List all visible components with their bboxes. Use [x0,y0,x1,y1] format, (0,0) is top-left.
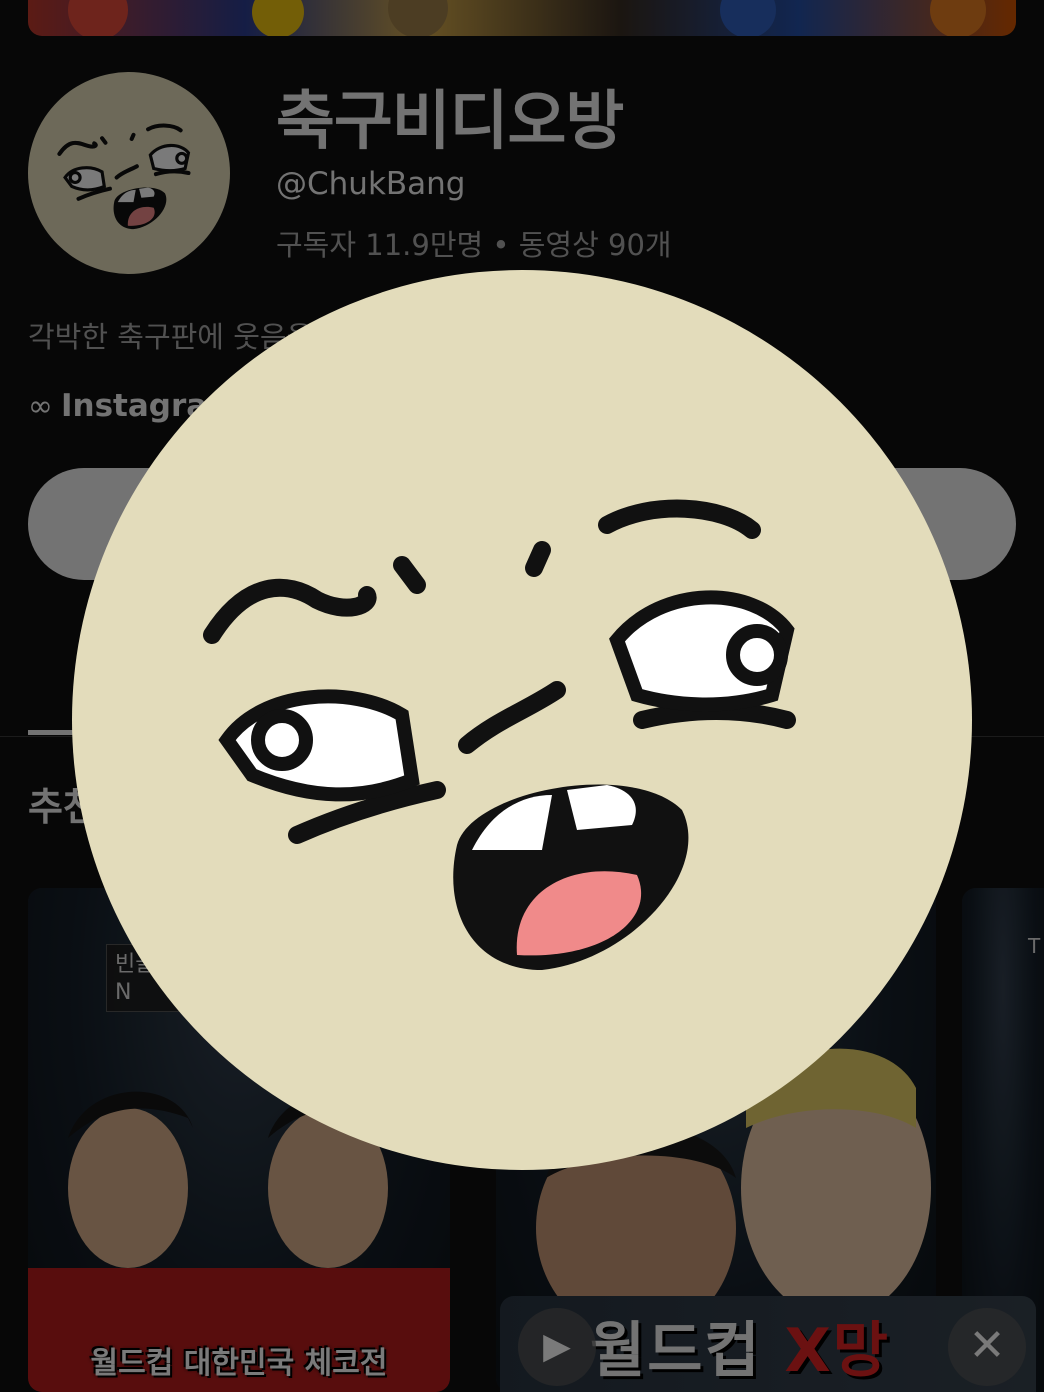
enlarged-channel-avatar [72,270,972,1170]
channel-name: 축구비디오방 [276,85,624,159]
mini-player[interactable]: 월드컵 X망 ▶ ✕ [500,1296,1036,1392]
channel-banner [28,0,1016,36]
play-icon[interactable]: ▶ [518,1308,596,1386]
video-overlay-label: T [1028,934,1041,958]
close-icon[interactable]: ✕ [948,1308,1026,1386]
channel-avatar[interactable] [28,72,230,274]
mini-player-title: 월드컵 X망 [590,1316,890,1386]
link-icon: ∞ [28,388,53,424]
channel-stats: 구독자 11.9만명 • 동영상 90개 [276,228,672,262]
channel-handle: @ChukBang [276,166,466,202]
video-caption: 월드컵 대한민국 체코전 [90,1346,388,1381]
